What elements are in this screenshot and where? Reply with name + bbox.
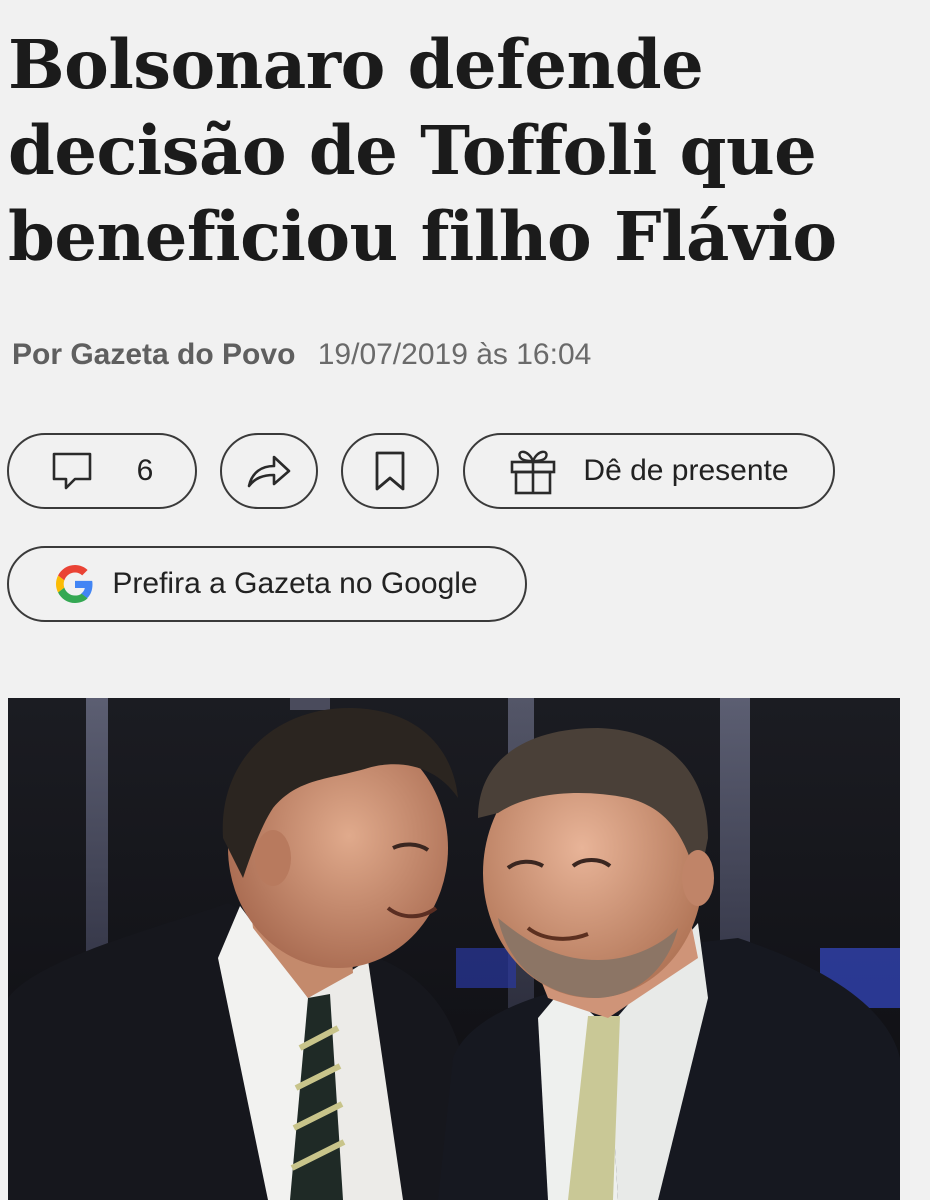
article-photo-illustration: [8, 698, 900, 1200]
bookmark-icon: [373, 450, 407, 492]
article-photo[interactable]: [8, 698, 900, 1200]
article-byline: Por Gazeta do Povo 19/07/2019 às 16:04: [12, 338, 591, 372]
google-label: Prefira a Gazeta no Google: [112, 567, 478, 600]
article-headline: Bolsonaro defende decisão de Toffoli que…: [8, 25, 837, 276]
google-logo-icon: [56, 565, 94, 603]
gift-label: Dê de presente: [583, 454, 789, 487]
comment-count: 6: [136, 454, 154, 487]
share-arrow-icon: [245, 451, 293, 491]
comments-button[interactable]: 6: [7, 433, 197, 509]
article-date: 19/07/2019 às 16:04: [317, 338, 592, 371]
gift-icon: [509, 446, 557, 496]
share-button[interactable]: [220, 433, 318, 509]
article-author[interactable]: Por Gazeta do Povo: [12, 338, 295, 371]
bookmark-button[interactable]: [341, 433, 439, 509]
prefer-google-button[interactable]: Prefira a Gazeta no Google: [7, 546, 527, 622]
gift-button[interactable]: Dê de presente: [463, 433, 835, 509]
speech-bubble-icon: [51, 450, 93, 492]
